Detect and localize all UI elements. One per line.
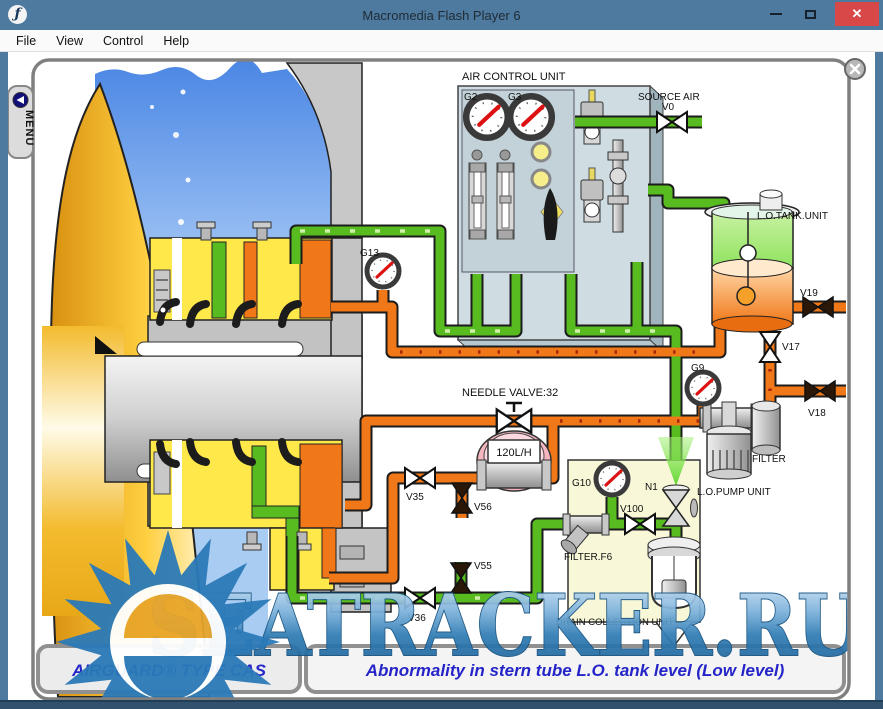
- v56-label: V56: [474, 502, 492, 513]
- level-float-low: [737, 287, 755, 305]
- n1-label: N1: [645, 482, 658, 493]
- filter-label: FILTER: [752, 454, 786, 465]
- flow-tube-2: [497, 163, 514, 239]
- g3-label: G3: [508, 92, 522, 103]
- flash-player-window: ƒ Macromedia Flash Player 6 ✕ File View …: [0, 0, 883, 709]
- flash-stage-area: 120L/H: [0, 52, 883, 700]
- v0-label: V0: [662, 102, 675, 113]
- minimize-icon: [770, 13, 782, 15]
- lo-pump-unit-label: L.O.PUMP UNIT: [697, 487, 771, 498]
- gauge-g9: [687, 372, 719, 404]
- close-icon: ✕: [852, 6, 863, 22]
- lo-tank-unit-label: L.O.TANK.UNIT: [757, 211, 828, 222]
- menu-control[interactable]: Control: [93, 32, 153, 50]
- gauge-g13: [367, 255, 399, 287]
- v100-label: V100: [620, 504, 644, 515]
- flow-meter-120lh: 120L/H: [477, 431, 551, 491]
- stern-tube-seal-diagram: 120L/H: [8, 52, 875, 700]
- maximize-button[interactable]: [793, 1, 827, 27]
- menu-tab-label: MENU: [23, 110, 35, 146]
- menu-tab[interactable]: MENU: [8, 86, 35, 158]
- stage-close-button[interactable]: [845, 59, 865, 79]
- g2-label: G2: [464, 92, 478, 103]
- v35-label: V35: [406, 492, 424, 503]
- titlebar: ƒ Macromedia Flash Player 6 ✕: [0, 0, 883, 30]
- indicator-lamp-1: [532, 143, 550, 161]
- close-button[interactable]: ✕: [835, 2, 879, 26]
- menu-help[interactable]: Help: [153, 32, 199, 50]
- v19-label: V19: [800, 288, 818, 299]
- window-title: Macromedia Flash Player 6: [0, 8, 883, 23]
- air-control-unit-label: AIR CONTROL UNIT: [462, 71, 566, 83]
- g13-label: G13: [360, 248, 379, 259]
- menu-view[interactable]: View: [46, 32, 93, 50]
- v18-label: V18: [808, 408, 826, 419]
- window-bottom-edge: [0, 700, 883, 709]
- g10-label: G10: [572, 478, 591, 489]
- level-float-high: [740, 245, 756, 261]
- filter-f6-label: FILTER.F6: [564, 552, 613, 563]
- v55-label: V55: [474, 561, 492, 572]
- maximize-icon: [805, 10, 816, 19]
- g9-label: G9: [691, 363, 705, 374]
- needle-valve-label: NEEDLE VALVE:32: [462, 387, 558, 399]
- gauge-g10: [596, 463, 628, 495]
- indicator-lamp-2: [532, 170, 550, 188]
- menu-file[interactable]: File: [6, 32, 46, 50]
- flow-tube-1: [469, 163, 486, 239]
- oil-filter: [752, 401, 780, 455]
- watermark-text: SEATRACKER.RU: [148, 576, 860, 675]
- flow-rate-label: 120L/H: [496, 447, 532, 459]
- menu-bar: File View Control Help: [0, 30, 883, 52]
- v17-label: V17: [782, 342, 800, 353]
- minimize-button[interactable]: [759, 1, 793, 27]
